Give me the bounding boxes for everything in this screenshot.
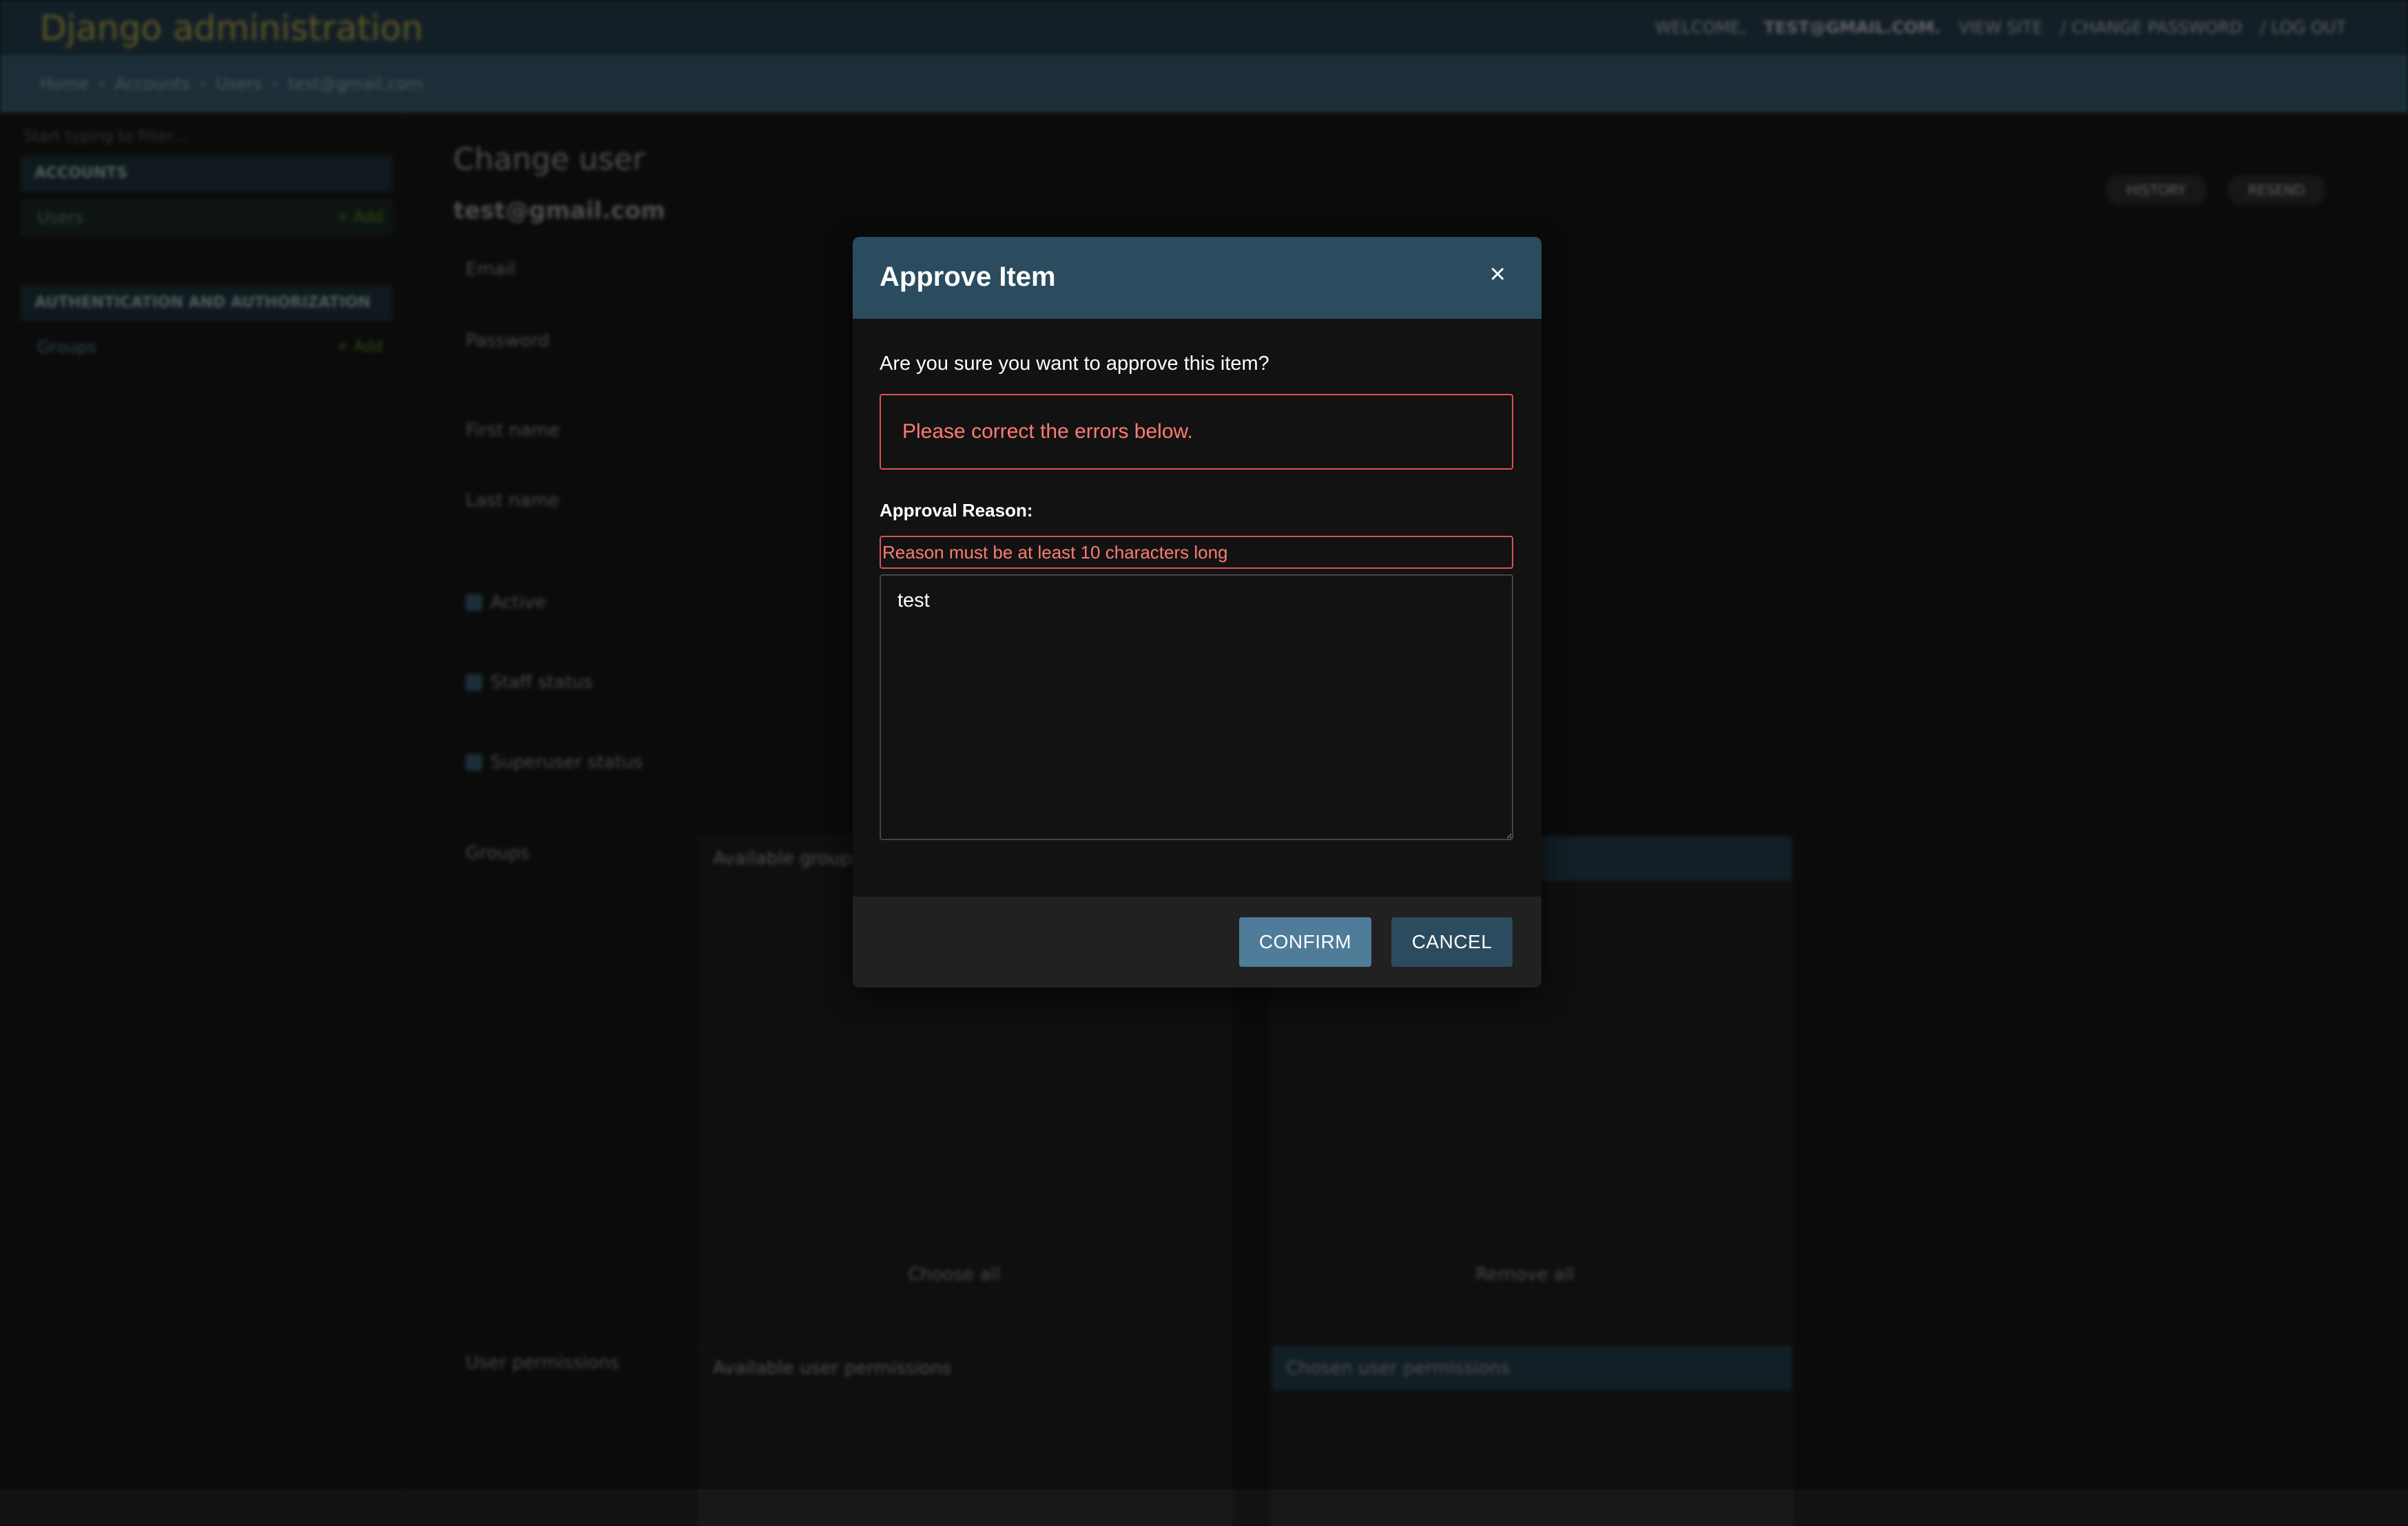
form-error-note: Please correct the errors below.	[880, 394, 1513, 470]
modal-footer: CONFIRM CANCEL	[853, 897, 1542, 987]
approval-reason-label: Approval Reason:	[880, 500, 1033, 521]
close-icon[interactable]: ×	[1490, 260, 1506, 288]
approve-item-dialog: Approve Item × Are you sure you want to …	[853, 237, 1542, 987]
cancel-button[interactable]: CANCEL	[1391, 917, 1513, 967]
confirm-button[interactable]: CONFIRM	[1239, 917, 1371, 967]
approval-reason-textarea[interactable]	[880, 574, 1513, 840]
modal-header: Approve Item ×	[853, 237, 1542, 319]
reason-error-message: Reason must be at least 10 characters lo…	[880, 536, 1513, 569]
modal-title: Approve Item	[880, 262, 1056, 292]
confirmation-question: Are you sure you want to approve this it…	[880, 353, 1269, 375]
